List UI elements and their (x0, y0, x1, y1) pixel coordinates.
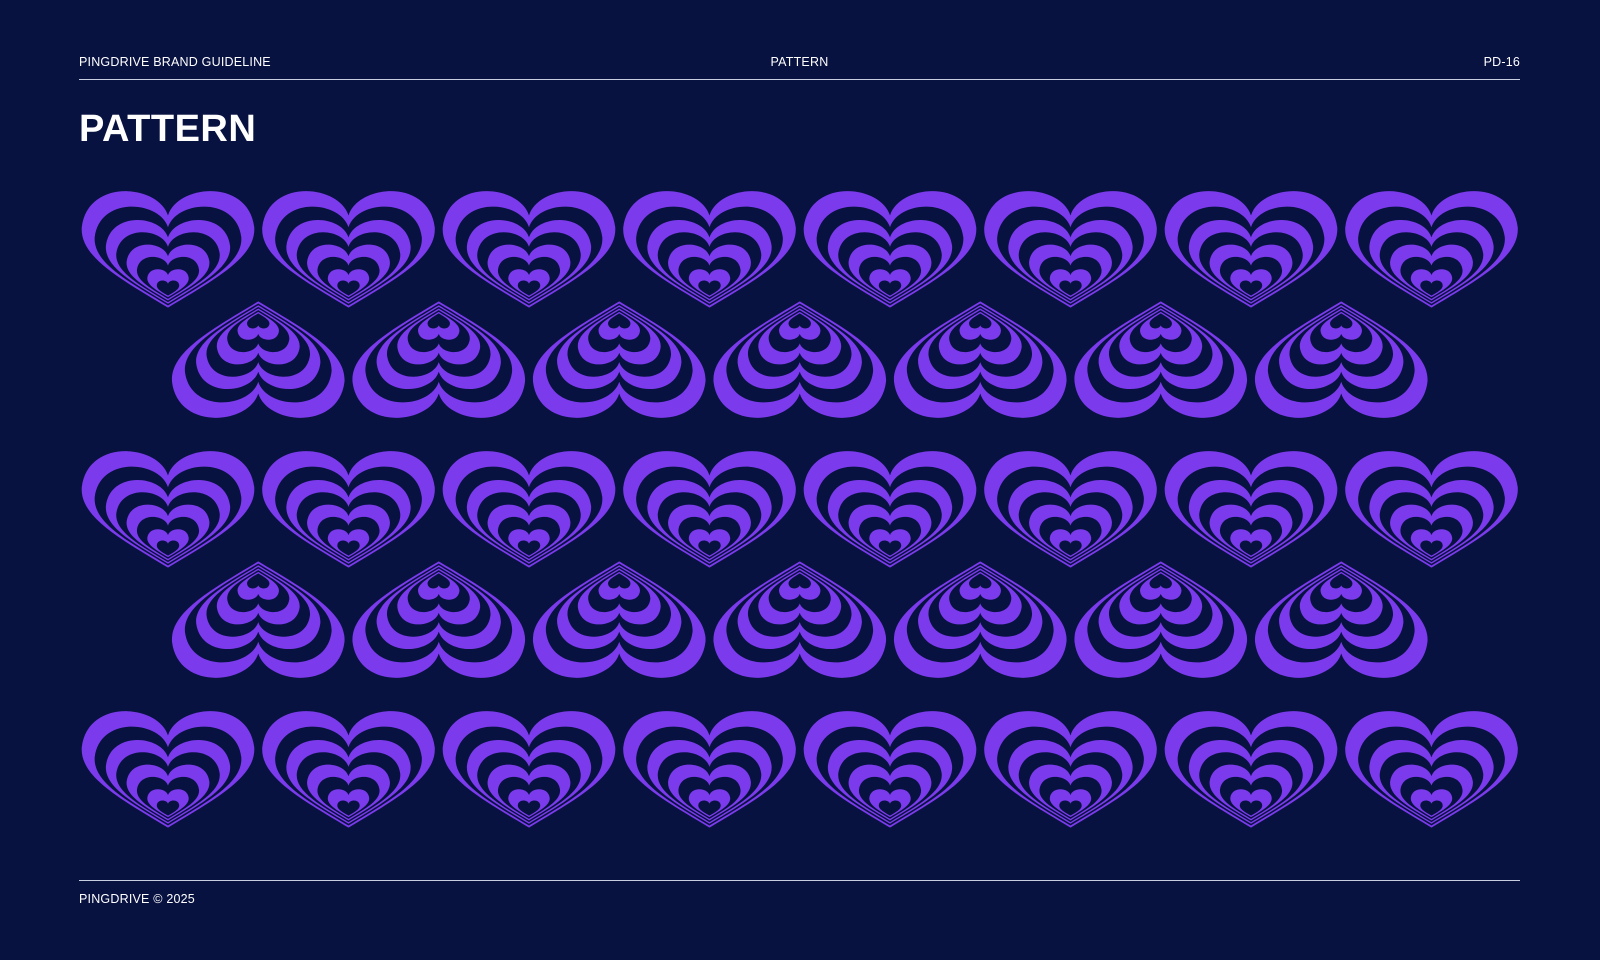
heart-tile (251, 411, 447, 587)
heart-tile (1334, 151, 1530, 327)
heart-tile-inverted (1063, 282, 1259, 458)
heart-tile-inverted (341, 282, 537, 458)
heart-tile (431, 671, 627, 847)
heart-tile (973, 411, 1169, 587)
heart-tile (792, 151, 988, 327)
heart-tile (70, 411, 266, 587)
heart-tile-inverted (521, 542, 717, 718)
heart-tile-inverted (882, 542, 1078, 718)
heart-tile (1334, 411, 1530, 587)
heart-tile-inverted (341, 542, 537, 718)
heart-tile-inverted (160, 282, 356, 458)
copyright-footer: PINGDRIVE © 2025 (79, 892, 195, 906)
heart-tile (973, 671, 1169, 847)
heart-tile (792, 411, 988, 587)
heart-tile (612, 151, 808, 327)
heart-tile-inverted (1063, 542, 1259, 718)
heart-tile-inverted (702, 282, 898, 458)
heart-pattern (0, 0, 1600, 960)
heart-tile-inverted (882, 282, 1078, 458)
heart-tile (1153, 151, 1349, 327)
heart-tile-inverted (160, 542, 356, 718)
heart-tile (792, 671, 988, 847)
heart-tile-inverted (702, 542, 898, 718)
heart-tile (70, 151, 266, 327)
heart-tile (431, 411, 627, 587)
heart-tile-inverted (1243, 282, 1439, 458)
heart-tile-inverted (1243, 542, 1439, 718)
heart-tile (431, 151, 627, 327)
heart-tile (1153, 411, 1349, 587)
heart-tile (251, 671, 447, 847)
heart-tile (251, 151, 447, 327)
heart-tile (1334, 671, 1530, 847)
footer-divider (79, 880, 1520, 881)
heart-tile (612, 411, 808, 587)
heart-tile (973, 151, 1169, 327)
heart-tile (612, 671, 808, 847)
heart-tile-inverted (521, 282, 717, 458)
heart-tile (70, 671, 266, 847)
heart-tile (1153, 671, 1349, 847)
